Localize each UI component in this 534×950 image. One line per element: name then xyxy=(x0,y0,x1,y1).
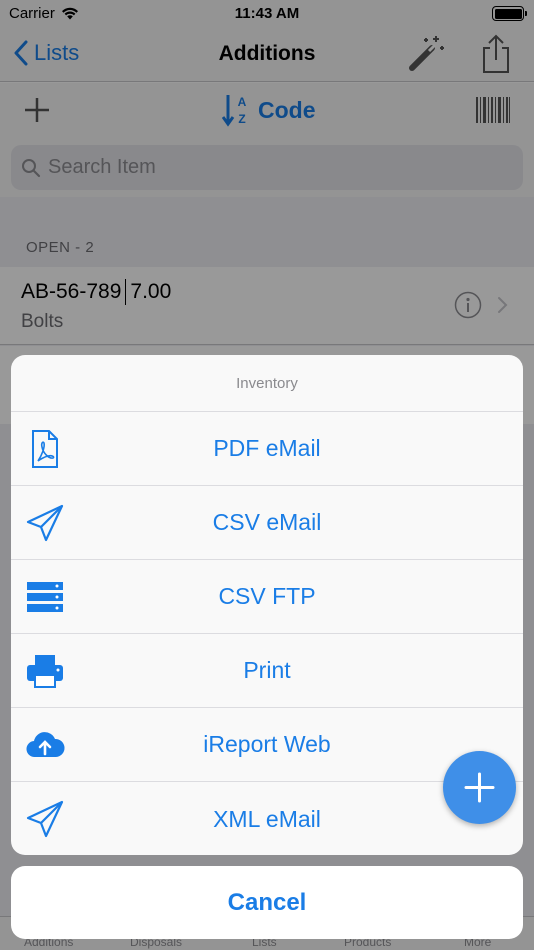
print-label: Print xyxy=(243,657,291,683)
pdf-email-label: PDF eMail xyxy=(213,435,321,461)
pdf-email-option[interactable]: PDF eMail xyxy=(11,412,523,486)
action-sheet-title: Inventory xyxy=(11,355,523,412)
print-option[interactable]: Print xyxy=(11,634,523,708)
csv-email-label: CSV eMail xyxy=(212,509,322,535)
cloud-upload-icon xyxy=(26,732,65,758)
server-icon xyxy=(27,582,63,612)
screen: Carrier 11:43 AM Lists Additions A Z Cod… xyxy=(0,0,534,950)
floating-add-button[interactable] xyxy=(443,751,516,824)
paper-plane-icon xyxy=(26,504,64,542)
xml-email-label: XML eMail xyxy=(213,805,321,832)
paper-plane-icon xyxy=(26,800,64,838)
csv-ftp-option[interactable]: CSV FTP xyxy=(11,560,523,634)
csv-ftp-label: CSV FTP xyxy=(218,583,316,609)
pdf-file-icon xyxy=(32,430,58,468)
printer-icon xyxy=(27,655,63,688)
csv-email-option[interactable]: CSV eMail xyxy=(11,486,523,560)
plus-icon xyxy=(464,772,495,803)
cancel-button[interactable]: Cancel xyxy=(11,866,523,939)
ireport-web-label: iReport Web xyxy=(203,731,331,757)
